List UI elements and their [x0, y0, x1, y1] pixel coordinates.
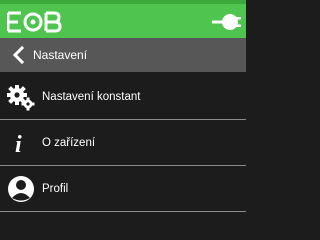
app-window: Nastavení Nastavení konstant i O zařízen…: [0, 0, 246, 240]
menu-item-constants[interactable]: Nastavení konstant: [0, 74, 246, 120]
profile-icon: [6, 174, 36, 204]
page-title: Nastavení: [33, 48, 88, 62]
gears-icon: [6, 82, 36, 112]
menu-item-label: O zařízení: [42, 136, 96, 149]
menu-item-label: Nastavení konstant: [42, 90, 141, 103]
menu-item-profile[interactable]: Profil: [0, 166, 246, 212]
info-icon: i: [6, 128, 36, 158]
app-logo: [7, 11, 62, 33]
menu-item-label: Profil: [42, 182, 69, 195]
back-navigation[interactable]: Nastavení: [0, 38, 246, 72]
plug-icon: [212, 14, 241, 30]
top-bar: [0, 0, 246, 38]
chevron-left-icon[interactable]: [8, 44, 30, 66]
svg-text:i: i: [15, 132, 22, 158]
menu-item-about-device[interactable]: i O zařízení: [0, 120, 246, 166]
